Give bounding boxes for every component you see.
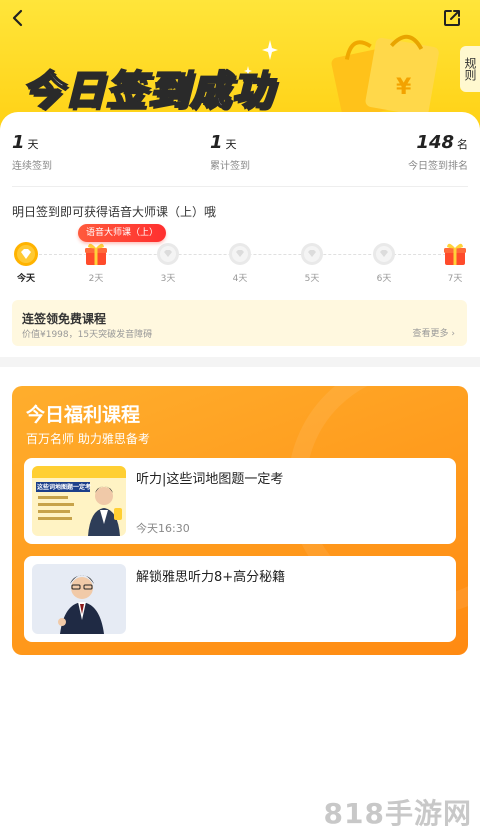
thumbnail-caption: 这些词地图题一定考 (37, 484, 92, 491)
diamond-coin-icon (14, 242, 38, 266)
day-2[interactable]: 2天 (80, 241, 112, 284)
svg-text:¥: ¥ (396, 75, 412, 100)
sign-in-card: 1天 连续签到 1天 累计签到 148 名 今日签到排名 明日签到即可获得语音大师… (0, 112, 480, 357)
day-1[interactable]: 今天 (10, 241, 42, 284)
stat-label: 今日签到排名 (408, 161, 468, 172)
stat-label: 累计签到 (210, 161, 250, 172)
see-more-label: 查看更多 (412, 329, 449, 339)
sign-in-day-track: 今天 2天 3天 4天 5天 6天 7天 语音大师课（上） (10, 224, 471, 289)
course-thumbnail (32, 564, 126, 634)
rules-tab[interactable]: 规则 (460, 46, 480, 92)
welfare-courses-section: 今日福利课程 百万名师 助力雅思备考 这些词地图题一定考 听力|这些词地图题一定… (12, 386, 468, 655)
stat-total: 1天 累计签到 (210, 132, 250, 172)
stat-value: 148 (416, 132, 454, 153)
divider (12, 186, 468, 187)
section-gap (0, 357, 480, 367)
stat-unit: 天 (225, 138, 237, 151)
day-label: 5天 (304, 274, 320, 284)
site-watermark: 818手游网 (323, 797, 472, 830)
coin-icon (229, 243, 251, 265)
promo-subtitle: 价值¥1998，15天突破发音障碍 (22, 330, 153, 340)
day-6[interactable]: 6天 (368, 241, 400, 284)
stats-row: 1天 连续签到 1天 累计签到 148 名 今日签到排名 (12, 132, 468, 172)
course-thumbnail-image (32, 466, 126, 536)
stat-value: 1 (210, 132, 223, 153)
stat-rank: 148 名 今日签到排名 (408, 132, 468, 172)
course-thumbnail-image (32, 564, 126, 634)
day-7[interactable]: 7天 (439, 241, 471, 284)
coin-icon (157, 243, 179, 265)
day-5[interactable]: 5天 (296, 241, 328, 284)
course-time: 今天16:30 (136, 522, 190, 535)
stat-label: 连续签到 (12, 161, 52, 172)
stat-unit: 名 (457, 138, 468, 151)
back-button[interactable] (6, 6, 30, 30)
day-label: 2天 (88, 274, 104, 284)
stat-unit: 天 (27, 138, 39, 151)
reward-tooltip: 语音大师课（上） (78, 224, 167, 242)
promo-title: 连签领免费课程 (22, 312, 107, 326)
gift-icon (85, 243, 107, 265)
chevron-left-icon (12, 9, 23, 27)
stat-value: 1 (12, 132, 25, 153)
day-label: 7天 (447, 274, 463, 284)
course-title: 听力|这些词地图题一定考 (136, 472, 284, 487)
day-label: 今天 (16, 274, 35, 284)
day-label: 4天 (232, 274, 248, 284)
course-thumbnail: 这些词地图题一定考 (32, 466, 126, 536)
day-label: 6天 (376, 274, 392, 284)
sparkle-icon (262, 40, 278, 60)
course-card[interactable]: 解锁雅思听力8+高分秘籍 (24, 556, 456, 642)
shopping-bag-decoration: ¥ (331, 34, 439, 119)
day-3[interactable]: 3天 (152, 241, 184, 284)
chevron-right-icon: › (451, 329, 455, 339)
course-title: 解锁雅思听力8+高分秘籍 (136, 570, 286, 585)
gift-icon (444, 243, 466, 265)
day-label: 3天 (160, 274, 176, 284)
free-course-promo[interactable]: 连签领免费课程 价值¥1998，15天突破发音障碍 查看更多 › (12, 300, 467, 346)
coin-icon (373, 243, 395, 265)
stat-consecutive: 1天 连续签到 (12, 132, 52, 172)
coin-icon (301, 243, 323, 265)
day-4[interactable]: 4天 (224, 241, 256, 284)
see-more-link[interactable]: 查看更多 › (413, 326, 456, 339)
sign-in-success-headline: 今日签到成功 (21, 67, 274, 115)
welfare-subtitle: 百万名师 助力雅思备考 (26, 432, 150, 446)
course-card[interactable]: 这些词地图题一定考 听力|这些词地图题一定考 今天16:30 (24, 458, 456, 544)
tomorrow-reward-text: 明日签到即可获得语音大师课（上）哦 (12, 205, 217, 219)
welfare-title: 今日福利课程 (26, 404, 141, 426)
